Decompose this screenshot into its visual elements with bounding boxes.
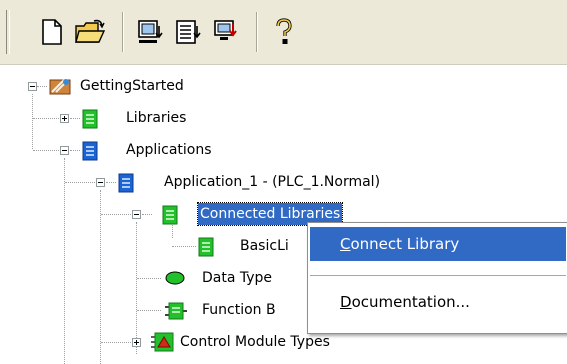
expander-application-1[interactable] [96,178,105,187]
expander-libraries[interactable] [60,114,69,123]
applications-icon [82,141,98,165]
help-button[interactable] [266,14,302,50]
new-button[interactable] [34,14,70,50]
data-type-icon [164,270,186,290]
function-block-icon [164,301,188,325]
context-menu: Connect Library Documentation... [307,222,567,334]
expander-control-module-types[interactable] [132,338,141,347]
menu-item-label: Documentation... [340,293,470,311]
download-all-icon [175,18,201,46]
tree-item-libraries[interactable]: Libraries [126,107,186,129]
application-icon [118,173,134,197]
expander-gettingstarted[interactable] [28,82,37,91]
expander-connected-libraries[interactable] [132,210,141,219]
library-icon [162,205,178,229]
control-module-icon [150,332,176,356]
tree-item-basiclib[interactable]: BasicLi [240,235,289,257]
tree-item-application-1[interactable]: Application_1 - (PLC_1.Normal) [164,171,380,193]
toolbar [0,0,567,65]
tree-item-data-types[interactable]: Data Type [202,267,272,289]
tree-item-control-module-types[interactable]: Control Module Types [180,331,330,353]
download-button[interactable] [132,14,168,50]
menu-item-documentation[interactable]: Documentation... [310,285,566,319]
tree-item-gettingstarted[interactable]: GettingStarted [80,75,184,97]
new-icon [40,18,64,46]
download-all-button[interactable] [170,14,206,50]
library-icon [198,237,214,261]
open-button[interactable] [72,14,108,50]
expander-applications[interactable] [60,146,69,155]
tree-item-function-blocks[interactable]: Function B [202,299,276,321]
toolbar-grip[interactable] [6,10,10,54]
open-folder-icon [74,18,106,46]
download-changes-icon [213,18,239,46]
help-icon [273,17,295,47]
library-icon [82,109,98,133]
project-icon [48,76,72,100]
menu-separator [310,275,566,276]
menu-item-connect-library[interactable]: Connect Library [310,227,566,261]
download-changes-button[interactable] [208,14,244,50]
tree-item-applications[interactable]: Applications [126,139,212,161]
menu-item-label: Connect Library [340,235,460,253]
download-icon [137,18,163,46]
